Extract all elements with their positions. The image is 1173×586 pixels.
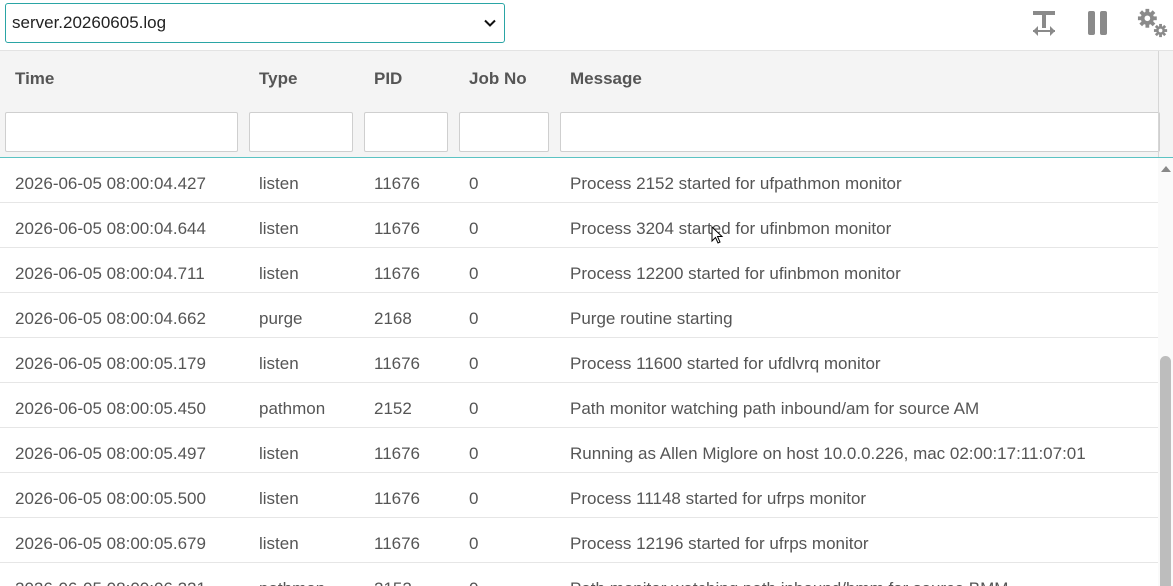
scroll-thumb[interactable] <box>1160 356 1171 586</box>
cell-pid: 2152 <box>374 399 412 418</box>
settings-button[interactable] <box>1137 6 1169 40</box>
cell-time: 2026-06-05 08:00:05.179 <box>15 354 206 373</box>
cell-type: listen <box>259 354 299 373</box>
chevron-down-icon <box>484 19 496 27</box>
cell-job-no: 0 <box>469 534 479 553</box>
table-row[interactable]: 2026-06-05 08:00:04.427 listen 11676 0 Proce… <box>0 158 1158 203</box>
cell-time: 2026-06-05 08:00:06.221 <box>15 563 255 586</box>
cell-message: Process 12196 started for ufrps monitor <box>570 534 869 553</box>
scroll-up-arrow-icon[interactable] <box>1161 166 1171 172</box>
cell-message: Process 12200 started for ufinbmon monit… <box>570 264 901 283</box>
column-header-job-no[interactable]: Job No <box>469 69 527 89</box>
cell-time: 2026-06-05 08:00:05.679 <box>15 534 206 553</box>
column-header-pid[interactable]: PID <box>374 69 402 89</box>
cell-pid: 11676 <box>374 534 421 553</box>
cell-job-no: 0 <box>469 489 479 508</box>
cell-time: 2026-06-05 08:00:05.450 <box>15 399 206 418</box>
cell-pid: 11676 <box>374 219 421 238</box>
cell-type: listen <box>259 444 299 463</box>
pid-filter-input[interactable] <box>364 112 448 152</box>
cell-message: Running as Allen Miglore on host 10.0.0.… <box>570 444 1086 463</box>
header-divider <box>1158 51 1159 157</box>
cell-message: Process 3204 started for ufinbmon monito… <box>570 219 892 238</box>
cell-time: 2026-06-05 08:00:04.711 <box>15 264 205 283</box>
cell-job-no: 0 <box>469 309 479 328</box>
cell-type: listen <box>259 264 299 283</box>
cell-pid: 2152 <box>374 563 464 586</box>
message-filter-input[interactable] <box>560 112 1160 152</box>
type-filter-input[interactable] <box>249 112 353 152</box>
cell-type: listen <box>259 174 299 193</box>
cell-pid: 2168 <box>374 309 412 328</box>
cell-job-no: 0 <box>469 399 479 418</box>
table-row[interactable]: 2026-06-05 08:00:06.221pathmon21520 Path … <box>0 563 1158 586</box>
cell-time: 2026-06-05 08:00:04.644 <box>15 219 206 238</box>
cell-message: Process 11600 started for ufdlvrq monito… <box>570 354 881 373</box>
cell-type: pathmon <box>259 399 326 418</box>
job-no-filter-input[interactable] <box>459 112 549 152</box>
column-header-type[interactable]: Type <box>259 69 297 89</box>
pause-button[interactable] <box>1082 6 1114 40</box>
cell-pid: 11676 <box>374 444 421 463</box>
text-height-icon <box>1033 11 1055 36</box>
cell-message: Purge routine starting <box>570 309 733 328</box>
table-row[interactable]: 2026-06-05 08:00:04.644 listen 11676 0 Proce… <box>0 203 1158 248</box>
cell-job-no: 0 <box>469 264 479 283</box>
cell-type: listen <box>259 219 299 238</box>
log-file-select[interactable]: server.20260605.log <box>5 3 505 43</box>
toolbar: server.20260605.log <box>0 0 1173 50</box>
column-header-message[interactable]: Message <box>570 69 642 89</box>
cell-type: pathmon <box>259 563 369 586</box>
time-filter-input[interactable] <box>5 112 238 152</box>
cell-type: purge <box>259 309 303 328</box>
table-row[interactable]: 2026-06-05 08:00:05.500 listen 11676 0 Proce… <box>0 473 1158 518</box>
table-row[interactable]: 2026-06-05 08:00:05.179 listen 11676 0 Proce… <box>0 338 1158 383</box>
table-row[interactable]: 2026-06-05 08:00:05.497 listen 11676 0 Runni… <box>0 428 1158 473</box>
cell-time: 2026-06-05 08:00:05.500 <box>15 489 206 508</box>
cell-message: Process 2152 started for ufpathmon monit… <box>570 174 902 193</box>
cell-job-no: 0 <box>469 444 479 463</box>
log-grid: 2026-06-05 08:00:04.427 listen 11676 0 Proce… <box>0 158 1158 586</box>
table-row[interactable]: 2026-06-05 08:00:04.662 purge 2168 0 Purge r… <box>0 293 1158 338</box>
cell-pid: 11676 <box>374 354 421 373</box>
log-file-select-value: server.20260605.log <box>12 13 167 32</box>
cell-message: Path monitor watching path inbound/bmm f… <box>570 563 1155 586</box>
cell-job-no: 0 <box>469 563 564 586</box>
column-header-time[interactable]: Time <box>15 69 54 89</box>
vertical-scrollbar[interactable] <box>1158 158 1173 586</box>
table-row[interactable]: 2026-06-05 08:00:04.711 listen 11676 0 Proce… <box>0 248 1158 293</box>
cell-type: listen <box>259 489 299 508</box>
cell-pid: 11676 <box>374 264 421 283</box>
cell-job-no: 0 <box>469 174 479 193</box>
cell-pid: 11676 <box>374 489 421 508</box>
cell-message: Path monitor watching path inbound/am fo… <box>570 399 980 418</box>
cell-message: Process 11148 started for ufrps monitor <box>570 489 867 508</box>
cell-time: 2026-06-05 08:00:05.497 <box>15 444 206 463</box>
table-row[interactable]: 2026-06-05 08:00:05.679 listen 11676 0 Proce… <box>0 518 1158 563</box>
mouse-cursor-icon <box>711 226 724 244</box>
table-row[interactable]: 2026-06-05 08:00:05.450 pathmon 2152 0 Path … <box>0 383 1158 428</box>
grid-header: Time Type PID Job No Message <box>0 50 1173 158</box>
cell-pid: 11676 <box>374 174 421 193</box>
text-height-button[interactable] <box>1029 6 1061 40</box>
pause-icon <box>1088 11 1107 35</box>
cell-job-no: 0 <box>469 354 479 373</box>
cell-job-no: 0 <box>469 219 479 238</box>
cell-time: 2026-06-05 08:00:04.662 <box>15 309 206 328</box>
cell-time: 2026-06-05 08:00:04.427 <box>15 174 206 193</box>
gears-icon <box>1137 8 1168 38</box>
cell-type: listen <box>259 534 299 553</box>
